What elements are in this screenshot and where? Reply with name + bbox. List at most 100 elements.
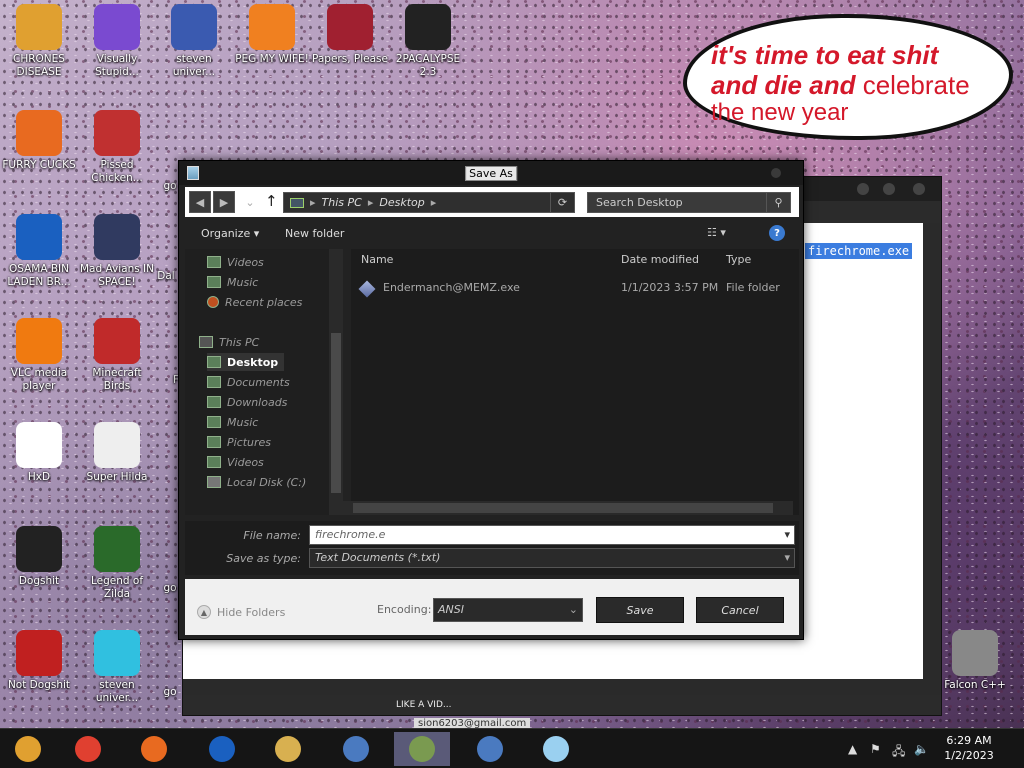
show-hidden-icons-icon[interactable]: ▲ [848,742,857,756]
nav-item[interactable]: Music [207,413,258,431]
column-header-type[interactable]: Type [726,253,751,273]
nav-item[interactable]: Music [207,273,258,291]
breadcrumb[interactable]: ▸ This PC ▸ Desktop ▸ ⟳ [283,192,575,213]
column-header-name[interactable]: Name [361,253,393,273]
taskbar-button[interactable] [328,732,384,766]
hide-folders-button[interactable]: ▲ Hide Folders [197,605,285,619]
close-icon[interactable] [913,183,925,195]
desktop-icon[interactable]: Papers, Please [311,4,389,66]
recent-locations-icon[interactable]: ⌄ [239,191,261,213]
nav-item-label: Downloads [227,395,288,409]
breadcrumb-this-pc[interactable]: This PC [322,196,362,209]
nav-item[interactable]: Pictures [207,433,271,451]
desktop-icon[interactable]: OSAMA BIN LADEN BR... [0,214,78,289]
nav-item[interactable]: Downloads [207,393,287,411]
search-input[interactable]: Search Desktop ⚲ [587,192,791,213]
refresh-icon[interactable]: ⟳ [550,193,574,212]
desktop-icon[interactable]: Minecraft Birds [78,318,156,393]
desktop-icon-label: Dogshit [18,575,60,587]
taskbar-button[interactable] [0,732,56,766]
desktop-icon[interactable]: Visually Stupid... [78,4,156,79]
notepad-vertical-scrollbar[interactable] [923,223,941,695]
minimize-icon[interactable] [857,183,869,195]
scrollbar-thumb[interactable] [331,333,341,493]
navigation-pane[interactable]: Videos Music Recent places This PC Desktop Do… [185,249,343,515]
flag-icon[interactable]: ⚑ [870,742,881,756]
taskbar-button[interactable] [260,732,316,766]
desktop-icon-label: Papers, Please [312,53,388,65]
forward-button[interactable]: ▶ [213,191,235,213]
nav-item-label: Videos [227,255,264,269]
desktop-icon[interactable]: Legend of Zilda [78,526,156,601]
clock[interactable]: 6:29 AM 1/2/2023 [934,733,1004,763]
new-folder-button[interactable]: New folder [285,227,344,240]
hide-folders-label: Hide Folders [217,605,286,619]
bubble-line-2: and die and celebrate [711,70,995,100]
dialog-titlebar[interactable]: Save As [179,161,803,185]
network-icon[interactable]: 🖧 [892,742,905,763]
chrome-icon [16,4,62,50]
desktop-icon[interactable]: 2PACALYPSE 2.3 [389,4,467,79]
notepad-horizontal-scrollbar[interactable] [183,679,923,695]
volume-icon[interactable]: 🔈 [914,742,929,756]
encoding-select[interactable]: ANSI ⌄ [433,598,583,622]
chevron-down-icon[interactable]: ▾ [784,528,790,541]
nav-item[interactable]: Recent places [207,293,302,311]
desktop-icon[interactable]: steven univer... [78,630,156,705]
desktop-icon[interactable]: FURRY CUCKS [0,110,78,172]
desktop-icon-label: steven univer... [172,53,216,78]
taskbar-button[interactable] [462,732,518,766]
desktop-icon[interactable]: CHRONES DISEASE [0,4,78,79]
desktop-icon[interactable]: PEG MY WIFE! [233,4,311,66]
desktop-icon[interactable]: steven univer... [155,4,233,79]
save-button[interactable]: Save [596,597,684,623]
taskbar-button[interactable] [194,732,250,766]
nav-item-label: Recent places [225,295,303,309]
scrollbar-thumb[interactable] [353,503,773,513]
desktop-icon[interactable]: Dogshit [0,526,78,588]
maximize-icon[interactable] [883,183,895,195]
file-list-pane[interactable]: Name Date modified Type Endermanch@MEMZ.… [351,249,799,515]
desktop-icon[interactable]: Mad Avians IN SPACE! [78,214,156,289]
cancel-button[interactable]: Cancel [696,597,784,623]
search-icon[interactable]: ⚲ [766,193,790,212]
close-icon[interactable] [771,168,781,178]
nav-item[interactable]: This PC [199,333,259,351]
peggle-icon [249,4,295,50]
organize-button[interactable]: Organize ▾ [201,227,259,240]
back-button[interactable]: ◀ [189,191,211,213]
desktop-icon[interactable]: Pissed Chicken... [78,110,156,185]
navigation-scrollbar[interactable] [329,249,343,515]
bubble-line-3: the new year [711,99,849,126]
file-row[interactable]: Endermanch@MEMZ.exe 1/1/2023 3:57 PM Fil… [358,280,791,299]
up-arrow-icon[interactable]: ↑ [265,192,278,210]
taskbar-button[interactable] [394,732,450,766]
nav-item-label: Music [227,275,259,289]
nav-item[interactable]: Desktop [207,353,285,371]
help-icon[interactable]: ? [769,225,785,241]
column-header-date[interactable]: Date modified [621,253,699,273]
nav-item[interactable]: Local Disk (C:) [207,473,306,491]
chevron-down-icon[interactable]: ▾ [784,551,790,564]
desktop-icon[interactable]: Super Hilda [78,422,156,484]
breadcrumb-desktop[interactable]: Desktop [379,196,424,209]
chevron-down-icon: ⌄ [568,603,578,616]
file-name-input[interactable]: firechrome.e ▾ [309,525,795,545]
desktop-icon[interactable]: Not Dogshit [0,630,78,692]
file-list-horizontal-scrollbar[interactable] [337,501,793,515]
save-type-select[interactable]: Text Documents (*.txt) ▾ [309,548,795,568]
desktop-icon[interactable]: Falcon C++ [936,630,1014,692]
desktop-icon[interactable]: HxD [0,422,78,484]
taskbar-button[interactable] [60,732,116,766]
chrome-icon [75,736,101,762]
dev-cpp-icon [16,630,62,676]
view-options-icon[interactable]: ☷ ▾ [707,226,726,239]
nav-item[interactable]: Videos [207,453,264,471]
nav-item[interactable]: Videos [207,253,264,271]
save-as-dialog[interactable]: Save As ◀ ▶ ⌄ ↑ ▸ This PC ▸ Desktop ▸ ⟳ … [178,160,804,640]
taskbar-button[interactable] [528,732,584,766]
nav-item[interactable]: Documents [207,373,290,391]
clock-time: 6:29 AM [946,734,992,747]
taskbar-button[interactable] [126,732,182,766]
desktop-icon[interactable]: VLC media player [0,318,78,393]
